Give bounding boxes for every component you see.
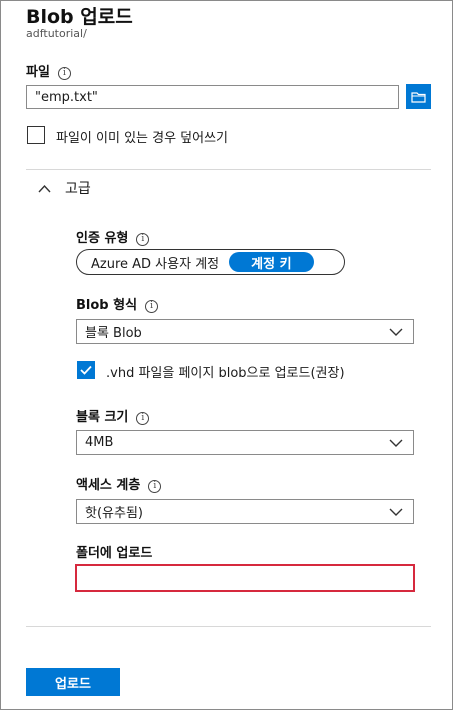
chevron-up-icon [38, 184, 51, 192]
info-icon[interactable]: i [57, 67, 71, 80]
chevron-down-icon [389, 328, 403, 336]
file-label: 파일 [26, 65, 50, 80]
block-size-select[interactable]: 4MB [76, 430, 414, 455]
vhd-label: .vhd 파일을 페이지 blob으로 업로드(권장) [106, 366, 345, 381]
block-size-label-row: 블록 크기 i [76, 406, 150, 425]
upload-folder-input[interactable] [75, 564, 415, 592]
chevron-down-icon [389, 439, 403, 447]
file-input-value: "emp.txt" [35, 89, 98, 105]
blob-type-label-row: Blob 형식 i [76, 294, 159, 313]
divider [26, 169, 431, 170]
file-input[interactable]: "emp.txt" [26, 85, 399, 109]
divider [26, 626, 431, 627]
access-tier-value: 핫(유추됨) [85, 506, 143, 521]
overwrite-checkbox[interactable] [27, 126, 45, 144]
chevron-down-icon [389, 508, 403, 516]
auth-option-account-key[interactable]: 계정 키 [229, 252, 314, 272]
access-tier-label-row: 액세스 계층 i [76, 474, 162, 493]
folder-label: 폴더에 업로드 [76, 546, 153, 561]
blob-type-label: Blob 형식 [76, 298, 138, 313]
access-tier-label: 액세스 계층 [76, 478, 141, 493]
file-label-row: 파일 i [26, 61, 71, 80]
auth-option-azure-ad[interactable]: Azure AD 사용자 계정 [79, 253, 229, 272]
info-icon[interactable]: i [136, 412, 150, 425]
auth-type-label: 인증 유형 [76, 231, 129, 246]
checkmark-icon [80, 365, 92, 375]
upload-button[interactable]: 업로드 [26, 668, 120, 696]
info-icon[interactable]: i [148, 480, 162, 493]
overwrite-label: 파일이 이미 있는 경우 덮어쓰기 [56, 131, 229, 146]
browse-folder-button[interactable] [406, 84, 431, 109]
blob-type-value: 블록 Blob [85, 326, 142, 341]
breadcrumb: adftutorial/ [26, 27, 87, 40]
auth-label-row: 인증 유형 i [76, 227, 150, 246]
info-icon[interactable]: i [136, 233, 150, 246]
block-size-value: 4MB [85, 435, 114, 450]
vhd-checkbox[interactable] [77, 361, 95, 379]
blob-type-select[interactable]: 블록 Blob [76, 319, 414, 344]
access-tier-select[interactable]: 핫(유추됨) [76, 499, 414, 524]
block-size-label: 블록 크기 [76, 410, 129, 425]
advanced-section-toggle[interactable]: 고급 [38, 178, 91, 198]
folder-icon [411, 91, 426, 103]
panel-title: Blob 업로드 [26, 6, 133, 28]
advanced-label: 고급 [65, 181, 91, 197]
info-icon[interactable]: i [145, 300, 159, 313]
auth-type-toggle[interactable]: Azure AD 사용자 계정 계정 키 [76, 249, 345, 275]
